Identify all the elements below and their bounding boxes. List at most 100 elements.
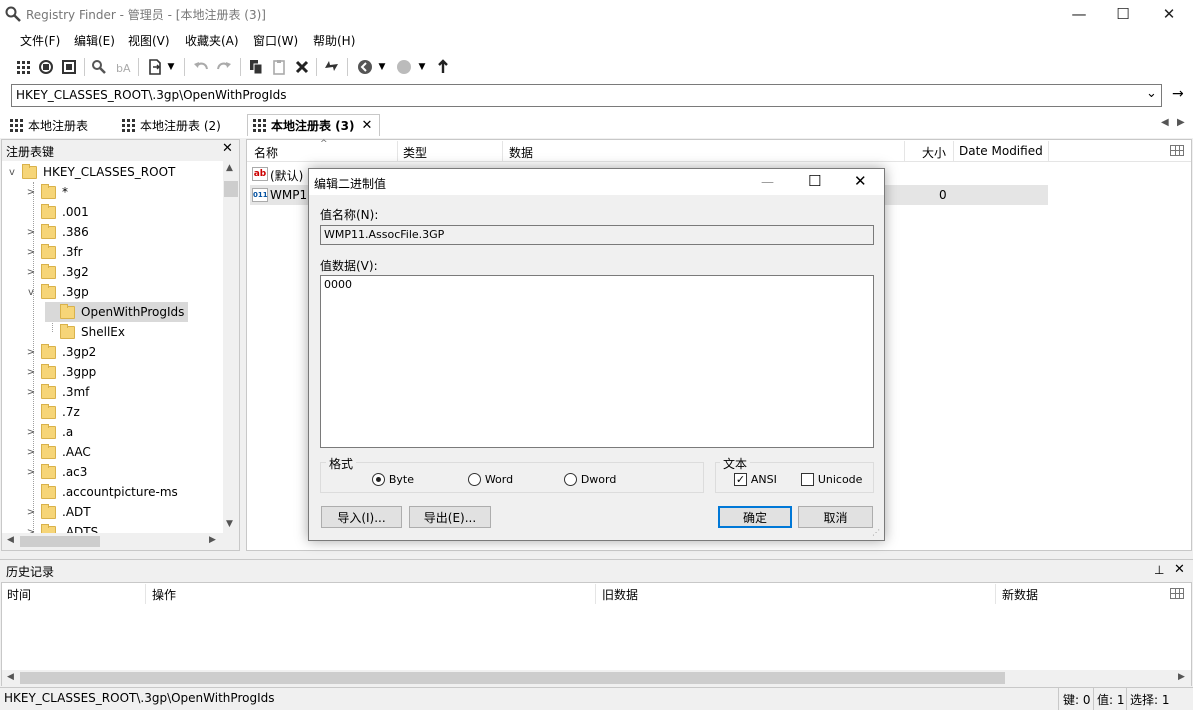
menu-view[interactable]: 视图(V) xyxy=(128,32,170,49)
find-icon[interactable] xyxy=(89,57,109,77)
column-chooser-icon[interactable] xyxy=(1170,588,1184,599)
offline-registry-icon[interactable] xyxy=(59,57,79,77)
format-byte-radio[interactable]: Byte xyxy=(372,472,414,486)
expand-chevron-icon[interactable]: > xyxy=(26,267,36,278)
tree-item[interactable]: > * xyxy=(26,182,68,202)
tree-item[interactable]: .accountpicture-ms xyxy=(26,482,178,502)
tree-item[interactable]: .001 xyxy=(26,202,89,222)
expand-chevron-icon[interactable]: > xyxy=(26,227,36,238)
collapse-chevron-icon[interactable]: v xyxy=(26,287,36,298)
history-horizontal-scrollbar[interactable]: ◀ ▶ xyxy=(2,670,1191,686)
export-icon[interactable] xyxy=(145,57,165,77)
export-dropdown-icon[interactable]: ▼ xyxy=(164,57,178,77)
expand-chevron-icon[interactable]: > xyxy=(26,427,36,438)
tree-item[interactable]: > .3mf xyxy=(26,382,89,402)
column-name[interactable]: 名称 xyxy=(254,144,278,164)
resize-grip-icon[interactable]: ⋰ xyxy=(872,528,880,537)
collapse-chevron-icon[interactable]: v xyxy=(7,167,17,178)
tree-item[interactable]: > .ADT xyxy=(26,502,91,522)
pin-icon[interactable]: ⊥ xyxy=(1154,563,1164,577)
folder-icon xyxy=(41,243,56,259)
go-arrow-icon[interactable]: → xyxy=(1172,86,1184,102)
tree-horizontal-scrollbar[interactable]: ◀ ▶ xyxy=(2,533,223,550)
remote-registry-icon[interactable] xyxy=(36,57,56,77)
tree-item[interactable]: .7z xyxy=(26,402,80,422)
menu-window[interactable]: 窗口(W) xyxy=(253,32,298,49)
expand-chevron-icon[interactable]: > xyxy=(26,387,36,398)
tree-vertical-scrollbar[interactable]: ▲ ▼ xyxy=(223,161,239,533)
radio-selected-icon xyxy=(372,473,385,486)
folder-icon xyxy=(41,183,56,199)
refresh-icon[interactable] xyxy=(322,57,342,77)
tree-item[interactable]: > .3g2 xyxy=(26,262,89,282)
history-column-old-data[interactable]: 旧数据 xyxy=(602,586,638,606)
unicode-checkbox[interactable]: Unicode xyxy=(801,472,862,486)
tree-item[interactable]: > .AAC xyxy=(26,442,91,462)
address-text[interactable]: HKEY_CLASSES_ROOT\.3gp\OpenWithProgIds xyxy=(16,88,286,102)
menu-favorites[interactable]: 收藏夹(A) xyxy=(185,32,239,49)
menu-help[interactable]: 帮助(H) xyxy=(313,32,355,49)
expand-chevron-icon[interactable]: > xyxy=(26,247,36,258)
expand-chevron-icon[interactable]: > xyxy=(26,367,36,378)
scrollbar-thumb[interactable] xyxy=(20,536,100,547)
tab-close-icon[interactable]: ✕ xyxy=(362,118,373,133)
column-chooser-icon[interactable] xyxy=(1170,145,1184,156)
value-name-field[interactable]: WMP11.AssocFile.3GP xyxy=(320,225,874,245)
history-close-icon[interactable]: ✕ xyxy=(1174,562,1185,577)
ansi-checkbox[interactable]: ✓ ANSI xyxy=(734,472,777,486)
expand-chevron-icon[interactable]: > xyxy=(26,347,36,358)
export-button[interactable]: 导出(E)... xyxy=(409,506,491,528)
column-type[interactable]: 类型 xyxy=(403,144,427,164)
tree-item-root[interactable]: v HKEY_CLASSES_ROOT xyxy=(7,162,175,182)
expand-chevron-icon[interactable]: > xyxy=(26,187,36,198)
scrollbar-thumb[interactable] xyxy=(20,672,1005,684)
tree-item[interactable]: > .3fr xyxy=(26,242,83,262)
column-data[interactable]: 数据 xyxy=(509,144,533,164)
tree-item[interactable]: > .ADTS xyxy=(26,522,98,533)
expand-chevron-icon[interactable]: > xyxy=(26,467,36,478)
tree-item-selected[interactable]: OpenWithProgIds xyxy=(45,302,189,322)
menu-file[interactable]: 文件(F) xyxy=(20,32,60,49)
column-date-modified[interactable]: Date Modified xyxy=(959,144,1043,164)
back-icon[interactable] xyxy=(355,57,375,77)
back-dropdown-icon[interactable]: ▼ xyxy=(375,57,389,77)
delete-icon[interactable] xyxy=(292,57,312,77)
menu-edit[interactable]: 编辑(E) xyxy=(74,32,115,49)
expand-chevron-icon[interactable]: > xyxy=(26,447,36,458)
history-column-time[interactable]: 时间 xyxy=(7,586,31,606)
ok-button[interactable]: 确定 xyxy=(718,506,792,528)
scrollbar-thumb[interactable] xyxy=(224,181,238,197)
tab-local-registry-3[interactable]: 本地注册表 (3) ✕ xyxy=(247,114,380,136)
format-dword-radio[interactable]: Dword xyxy=(564,472,616,486)
tab-prev-icon[interactable]: ◀ xyxy=(1161,117,1169,128)
local-registry-icon[interactable] xyxy=(13,57,33,77)
tree-item[interactable]: ShellEx xyxy=(45,322,125,342)
dialog-close-button[interactable]: ✕ xyxy=(854,172,867,190)
import-button[interactable]: 导入(I)... xyxy=(321,506,402,528)
column-size[interactable]: 大小 xyxy=(922,144,946,164)
value-data-editor[interactable]: 0000 xyxy=(320,275,874,448)
tree-item[interactable]: > .3gpp xyxy=(26,362,96,382)
history-column-new-data[interactable]: 新数据 xyxy=(1002,586,1038,606)
history-column-action[interactable]: 操作 xyxy=(152,586,176,606)
copy-icon[interactable] xyxy=(246,57,266,77)
minimize-button[interactable]: — xyxy=(1056,0,1102,28)
cancel-button[interactable]: 取消 xyxy=(798,506,873,528)
tree-item[interactable]: v .3gp xyxy=(26,282,89,302)
expand-chevron-icon[interactable]: > xyxy=(26,507,36,518)
tab-next-icon[interactable]: ▶ xyxy=(1177,117,1185,128)
tree-item[interactable]: > .ac3 xyxy=(26,462,87,482)
format-word-radio[interactable]: Word xyxy=(468,472,513,486)
folder-icon xyxy=(41,383,56,399)
tree-item[interactable]: > .3gp2 xyxy=(26,342,96,362)
tree-item[interactable]: > .386 xyxy=(26,222,89,242)
address-dropdown-icon[interactable]: ⌄ xyxy=(1146,86,1157,101)
parent-key-icon[interactable] xyxy=(433,57,453,77)
maximize-button[interactable]: ☐ xyxy=(1100,0,1146,28)
tab-local-registry-2[interactable]: 本地注册表 (2) xyxy=(122,114,221,136)
close-button[interactable]: ✕ xyxy=(1146,0,1192,28)
tree-item[interactable]: > .a xyxy=(26,422,73,442)
tree-panel-close-icon[interactable]: ✕ xyxy=(222,141,233,156)
tab-local-registry[interactable]: 本地注册表 xyxy=(10,114,88,136)
dialog-maximize-button[interactable]: ☐ xyxy=(808,172,821,190)
